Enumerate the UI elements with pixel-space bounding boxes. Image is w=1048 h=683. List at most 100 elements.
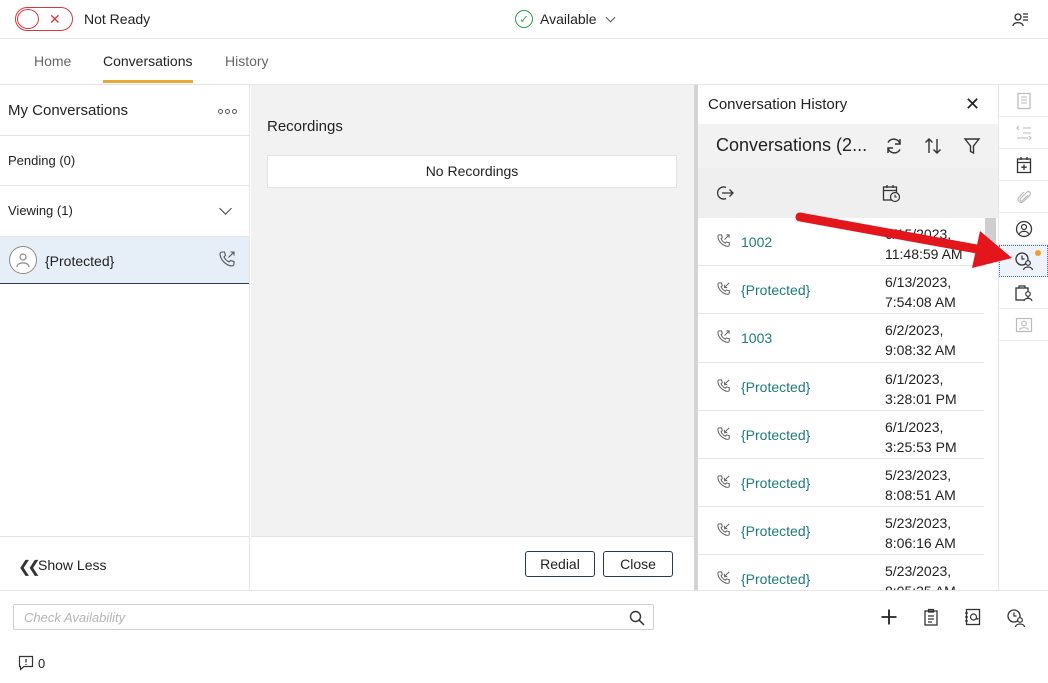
- direction-column-icon[interactable]: [716, 184, 734, 202]
- outbound-call-icon: [716, 329, 731, 347]
- history-datetime: 5/23/2023, 8:08:51 AM: [885, 465, 956, 505]
- history-row[interactable]: {Protected} 6/1/2023, 3:25:53 PM: [698, 411, 984, 459]
- history-column-header: [698, 168, 998, 218]
- inbound-call-icon: [716, 474, 731, 492]
- notification-dot: [1035, 250, 1041, 256]
- history-row[interactable]: {Protected} 5/23/2023,8:05:35 AM: [698, 555, 984, 590]
- inbound-call-icon: [716, 378, 731, 396]
- history-date: 6/2/2023,: [885, 322, 944, 339]
- history-date: 6/1/2023,: [885, 418, 944, 435]
- inbound-call-icon: [716, 570, 731, 588]
- history-contact-link[interactable]: 1002: [741, 234, 772, 250]
- person-icon: [16, 253, 30, 268]
- history-datetime: 6/1/2023, 3:25:53 PM: [885, 417, 957, 457]
- alerts-indicator[interactable]: 0: [18, 655, 45, 671]
- history-contact-link[interactable]: {Protected}: [741, 523, 810, 539]
- status-toggle[interactable]: ✕: [15, 7, 73, 31]
- history-contact-link[interactable]: 1003: [741, 330, 772, 346]
- check-circle-icon: ✓: [515, 10, 533, 28]
- nav-tabs: Home Conversations History: [0, 39, 1048, 85]
- contact-icon: [1015, 220, 1032, 237]
- search-icon[interactable]: [629, 610, 645, 626]
- notes-button[interactable]: [999, 85, 1048, 117]
- directory-button[interactable]: [999, 277, 1048, 309]
- history-contact-link[interactable]: {Protected}: [741, 427, 810, 443]
- notes-icon: [1016, 92, 1031, 109]
- history-row[interactable]: {Protected} 5/23/2023, 8:06:16 AM: [698, 507, 984, 556]
- pending-label: Pending (0): [8, 153, 76, 168]
- pending-section[interactable]: Pending (0): [0, 136, 249, 186]
- close-icon: ✕: [49, 11, 61, 27]
- viewing-label: Viewing (1): [8, 203, 73, 218]
- address-book-icon[interactable]: [964, 608, 982, 626]
- attachment-button[interactable]: [999, 181, 1048, 213]
- history-row[interactable]: {Protected} 6/13/2023, 7:54:08 AM: [698, 266, 984, 315]
- recordings-footer: Redial Close: [251, 536, 694, 590]
- bottom-bar: 0: [0, 590, 1048, 683]
- history-date: 6/13/2023,: [885, 274, 952, 291]
- scrollbar-thumb[interactable]: [985, 218, 996, 243]
- history-datetime: 6/2/2023, 9:08:32 AM: [885, 320, 956, 360]
- tab-conversations[interactable]: Conversations: [103, 53, 193, 69]
- viewing-section[interactable]: Viewing (1): [0, 186, 249, 237]
- my-conversations-panel: My Conversations Pending (0) Viewing (1)…: [0, 85, 250, 590]
- profile-card-button[interactable]: [999, 309, 1048, 341]
- sort-icon[interactable]: [923, 136, 943, 156]
- history-date: 6/1/2023,: [885, 370, 944, 387]
- history-datetime: 6/13/2023, 7:54:08 AM: [885, 272, 956, 312]
- history-time: 8:05:35 AM: [885, 581, 956, 590]
- show-less-button[interactable]: ❮❮ Show Less: [0, 536, 249, 590]
- history-time: 7:54:08 AM: [885, 294, 956, 311]
- check-availability-input[interactable]: [13, 604, 654, 630]
- user-menu-icon[interactable]: [1011, 10, 1029, 28]
- history-datetime: 6/1/2023, 3:28:01 PM: [885, 369, 957, 409]
- plus-icon[interactable]: [880, 608, 898, 626]
- transfer-button[interactable]: [999, 117, 1048, 149]
- contact-history-icon[interactable]: [1006, 608, 1026, 628]
- contact-history-button[interactable]: [999, 245, 1048, 277]
- alerts-count: 0: [38, 655, 46, 671]
- history-contact-link[interactable]: {Protected}: [741, 379, 810, 395]
- more-options-icon[interactable]: [218, 109, 237, 114]
- status-label: Not Ready: [84, 11, 151, 27]
- active-tab-indicator: [103, 80, 193, 83]
- profile-card-icon: [1015, 317, 1032, 332]
- date-column-icon[interactable]: [882, 184, 901, 203]
- clipboard-icon[interactable]: [923, 608, 939, 626]
- history-row[interactable]: 1002 6/15/2023, 11:48:59 AM: [698, 218, 984, 267]
- history-datetime: 5/23/2023, 8:06:16 AM: [885, 513, 956, 553]
- contact-history-icon: [1014, 252, 1033, 271]
- double-chevron-left-icon: ❮❮: [18, 559, 41, 576]
- recordings-panel: Recordings No Recordings Redial Close: [251, 85, 694, 590]
- toggle-knob: [17, 9, 39, 29]
- history-row[interactable]: {Protected} 6/1/2023, 3:28:01 PM: [698, 363, 984, 411]
- contact-button[interactable]: [999, 213, 1048, 245]
- directory-icon: [1014, 284, 1033, 301]
- history-contact-link[interactable]: {Protected}: [741, 475, 810, 491]
- refresh-icon[interactable]: [884, 136, 904, 156]
- history-row[interactable]: {Protected} 5/23/2023, 8:08:51 AM: [698, 459, 984, 508]
- history-contact-link[interactable]: {Protected}: [741, 282, 810, 298]
- inbound-call-icon: [716, 281, 731, 299]
- conversation-item[interactable]: {Protected}: [0, 237, 249, 284]
- redial-button[interactable]: Redial: [525, 551, 595, 577]
- tab-history[interactable]: History: [225, 53, 269, 69]
- tab-home[interactable]: Home: [34, 53, 71, 69]
- history-contact-link[interactable]: {Protected}: [741, 571, 810, 587]
- history-datetime: 6/15/2023, 11:48:59 AM: [885, 224, 963, 264]
- history-time: 8:06:16 AM: [885, 535, 956, 552]
- availability-dropdown[interactable]: ✓ Available: [515, 9, 616, 29]
- close-button[interactable]: Close: [603, 551, 673, 577]
- conversation-history-panel: Conversation History ✕ Conversations (2.…: [698, 85, 998, 590]
- inbound-call-icon: [716, 522, 731, 540]
- calendar-button[interactable]: [999, 149, 1048, 181]
- conversation-name: {Protected}: [45, 253, 115, 269]
- transfer-icon: [1015, 125, 1032, 140]
- attachment-icon: [1016, 190, 1031, 203]
- filter-icon[interactable]: [963, 136, 981, 156]
- right-toolbar: [998, 85, 1048, 590]
- outbound-call-icon: [716, 233, 731, 251]
- history-row[interactable]: 1003 6/2/2023, 9:08:32 AM: [698, 314, 984, 363]
- close-icon[interactable]: ✕: [965, 94, 980, 115]
- history-time: 3:28:01 PM: [885, 390, 957, 407]
